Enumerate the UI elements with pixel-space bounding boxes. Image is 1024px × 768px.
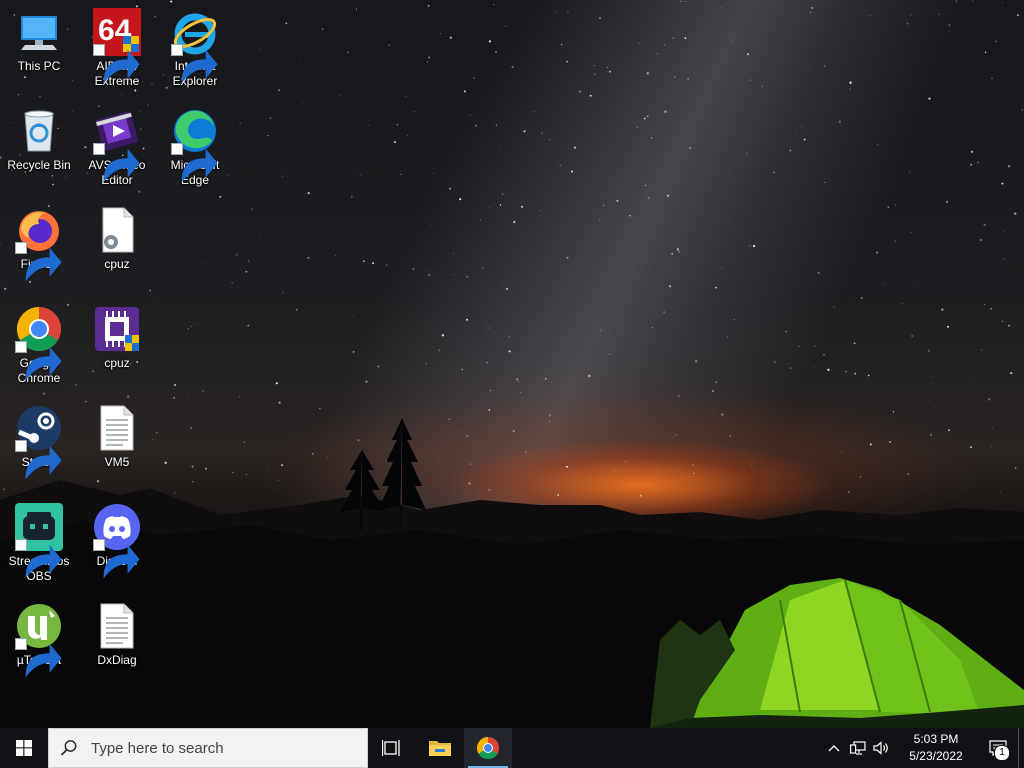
action-center-button[interactable]: 1 <box>978 728 1018 768</box>
search-input[interactable] <box>89 738 353 758</box>
desktop-icon-vm5[interactable]: VM5 <box>79 400 155 492</box>
desktop-icon-microsoft-edge[interactable]: Microsoft Edge <box>157 103 233 195</box>
cpuz-icon <box>93 305 141 353</box>
volume-icon <box>873 741 888 755</box>
desktop-icon-recycle-bin[interactable]: Recycle Bin <box>1 103 77 195</box>
text-file-icon <box>93 602 141 650</box>
discord-icon <box>93 503 141 579</box>
clock-time: 5:03 PM <box>913 732 959 746</box>
desktop-icon-label: VM5 <box>104 455 130 469</box>
task-view-button[interactable] <box>368 728 416 768</box>
show-desktop-button[interactable] <box>1018 728 1024 768</box>
search-icon <box>49 739 89 757</box>
network-button[interactable] <box>846 728 870 768</box>
desktop-icon-label: cpuz <box>104 356 130 370</box>
aida64-icon: 64 <box>93 8 141 84</box>
taskbar: 5:03 PM 5/23/2022 1 <box>0 728 1024 768</box>
desktop-icon-internet-explorer[interactable]: Internet Explorer <box>157 4 233 96</box>
firefox-icon <box>15 206 63 282</box>
network-icon <box>850 741 866 755</box>
shortcut-arrow-icon <box>93 539 140 579</box>
shortcut-arrow-icon <box>171 143 218 183</box>
google-chrome-icon <box>477 737 499 759</box>
start-button[interactable] <box>0 728 48 768</box>
show-hidden-icons-button[interactable] <box>822 728 846 768</box>
desktop-icon-google-chrome[interactable]: Google Chrome <box>1 301 77 393</box>
settings-file-icon <box>93 206 141 254</box>
desktop[interactable]: This PC 64AIDA64 ExtremeInternet Explorer… <box>0 0 1024 728</box>
desktop-icon-label: This PC <box>17 59 61 73</box>
notification-count-badge: 1 <box>994 745 1010 761</box>
desktop-icon-µtorrent[interactable]: µTorrent <box>1 598 77 690</box>
utorrent-icon <box>15 602 63 678</box>
this-pc-icon <box>15 8 63 56</box>
desktop-icon-label: Recycle Bin <box>7 158 71 172</box>
clock[interactable]: 5:03 PM 5/23/2022 <box>894 728 978 768</box>
desktop-icon-label: DxDiag <box>97 653 137 667</box>
desktop-icon-this-pc[interactable]: This PC <box>1 4 77 96</box>
desktop-icon-cpuz[interactable]: cpuz <box>79 301 155 393</box>
shortcut-arrow-icon <box>15 341 62 381</box>
desktop-icon-aida64-extreme[interactable]: 64AIDA64 Extreme <box>79 4 155 96</box>
task-view-icon <box>382 740 400 756</box>
internet-explorer-icon <box>171 8 219 84</box>
google-chrome-taskbar-button[interactable] <box>464 728 512 768</box>
shortcut-arrow-icon <box>15 638 62 678</box>
recycle-bin-icon <box>15 107 63 155</box>
windows-logo-icon <box>16 740 32 756</box>
avs-video-editor-icon <box>93 107 141 183</box>
chevron-up-icon <box>828 745 840 752</box>
desktop-icon-discord[interactable]: Discord <box>79 499 155 591</box>
shortcut-arrow-icon <box>93 143 140 183</box>
shortcut-arrow-icon <box>15 440 62 480</box>
search-box[interactable] <box>48 728 368 768</box>
text-file-icon <box>93 404 141 452</box>
file-explorer-icon <box>429 741 451 756</box>
clock-date: 5/23/2022 <box>909 749 963 763</box>
desktop-icon-streamlabs-obs[interactable]: Streamlabs OBS <box>1 499 77 591</box>
shortcut-arrow-icon <box>15 539 62 579</box>
steam-icon <box>15 404 63 480</box>
desktop-icon-label: cpuz <box>104 257 130 271</box>
volume-button[interactable] <box>870 728 894 768</box>
system-tray: 5:03 PM 5/23/2022 1 <box>822 728 1024 768</box>
desktop-icon-steam[interactable]: Steam <box>1 400 77 492</box>
file-explorer-button[interactable] <box>416 728 464 768</box>
desktop-icon-avs-video-editor[interactable]: AVS Video Editor <box>79 103 155 195</box>
desktop-icon-dxdiag[interactable]: DxDiag <box>79 598 155 690</box>
shortcut-arrow-icon <box>93 44 140 84</box>
desktop-icon-firefox[interactable]: Firefox <box>1 202 77 294</box>
microsoft-edge-icon <box>171 107 219 183</box>
shortcut-arrow-icon <box>15 242 62 282</box>
streamlabs-obs-icon <box>15 503 63 579</box>
google-chrome-icon <box>15 305 63 381</box>
shortcut-arrow-icon <box>171 44 218 84</box>
desktop-icon-cpuz[interactable]: cpuz <box>79 202 155 294</box>
